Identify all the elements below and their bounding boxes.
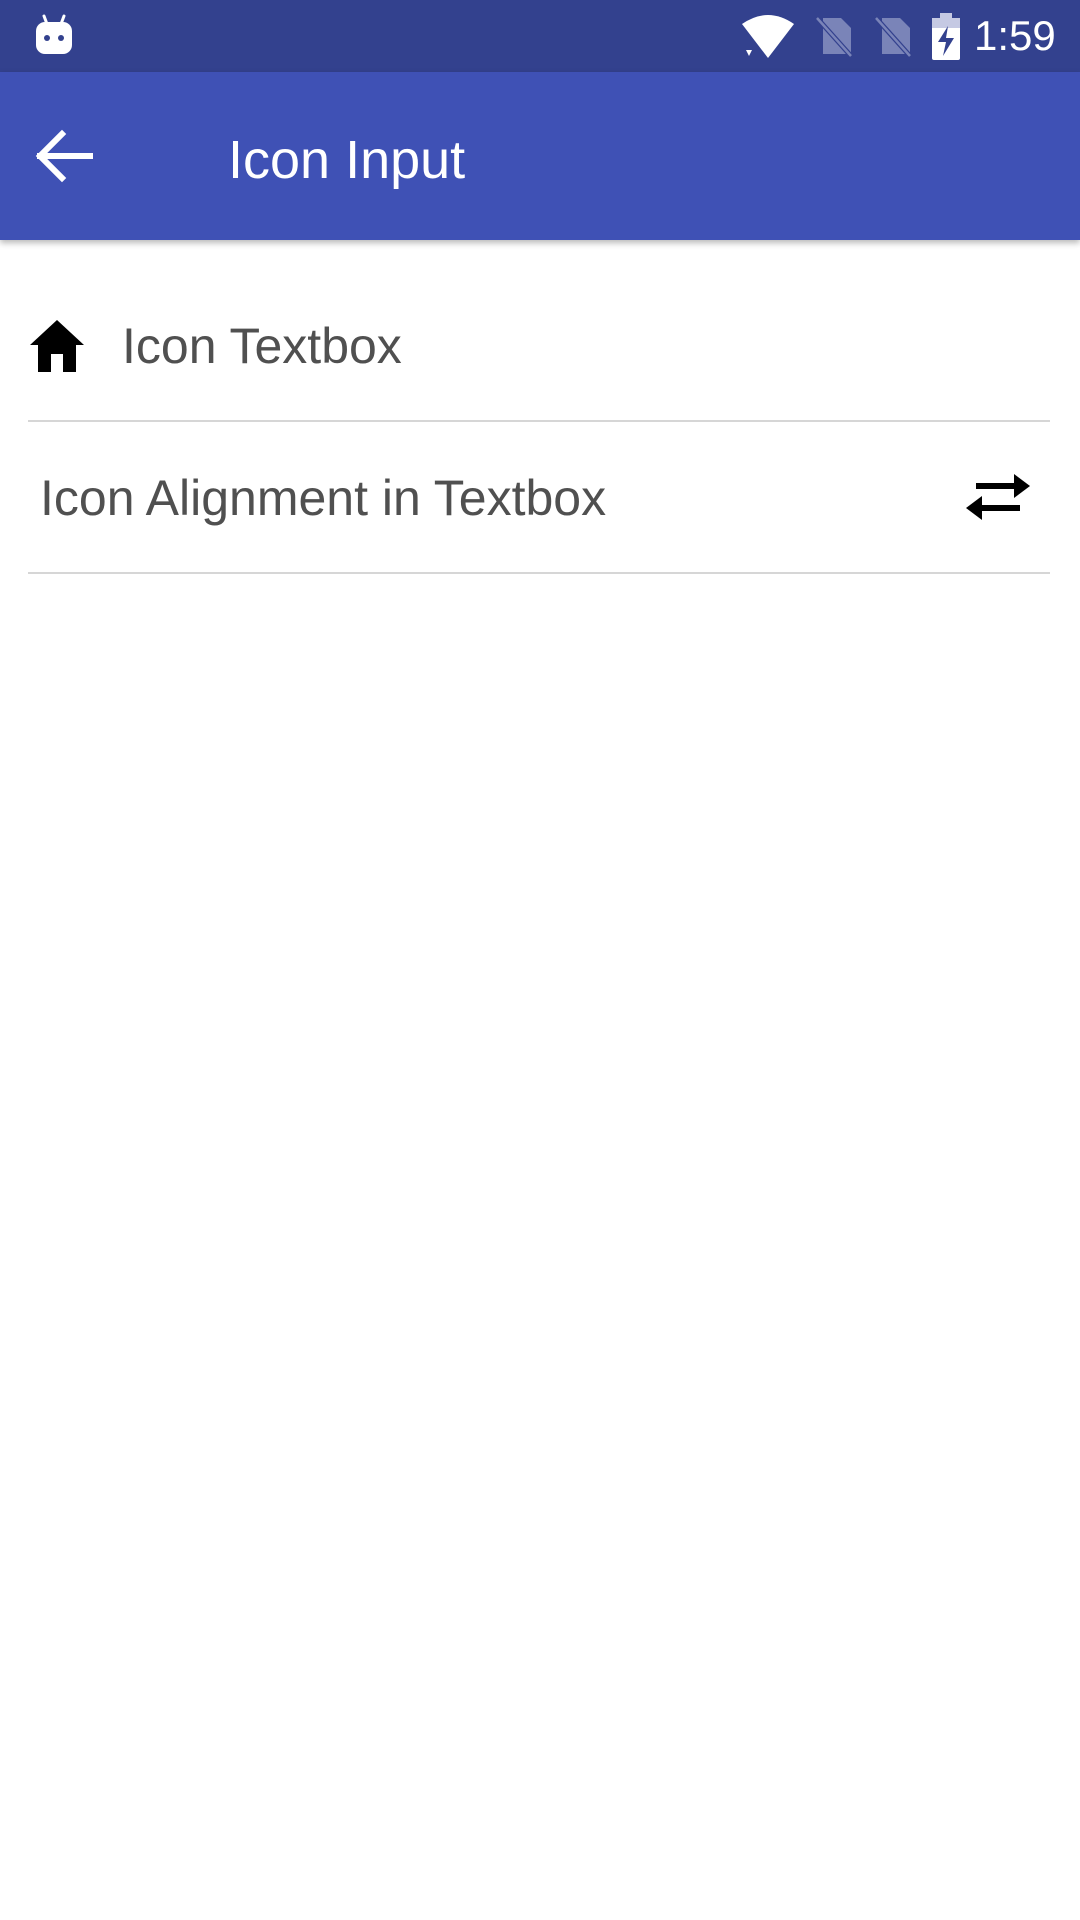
no-sim-icon <box>872 14 914 58</box>
app-bar: Icon Input <box>0 72 1080 240</box>
status-bar: 1:59 <box>0 0 1080 72</box>
icon-textbox-field[interactable]: Icon Textbox <box>28 270 1050 422</box>
android-notification-icon <box>34 14 74 56</box>
icon-alignment-textbox-text: Icon Alignment in Textbox <box>40 470 607 526</box>
icon-alignment-textbox-field[interactable]: Icon Alignment in Textbox <box>28 422 1050 574</box>
page-title: Icon Input <box>228 130 466 190</box>
status-clock: 1:59 <box>974 12 1056 59</box>
home-icon <box>28 318 86 374</box>
back-button[interactable] <box>16 108 112 204</box>
battery-charging-icon <box>930 12 962 62</box>
icon-textbox-text: Icon Textbox <box>122 318 402 374</box>
no-sim-icon <box>813 14 855 58</box>
wifi-icon <box>740 14 796 60</box>
swap-horiz-icon[interactable] <box>966 470 1030 524</box>
